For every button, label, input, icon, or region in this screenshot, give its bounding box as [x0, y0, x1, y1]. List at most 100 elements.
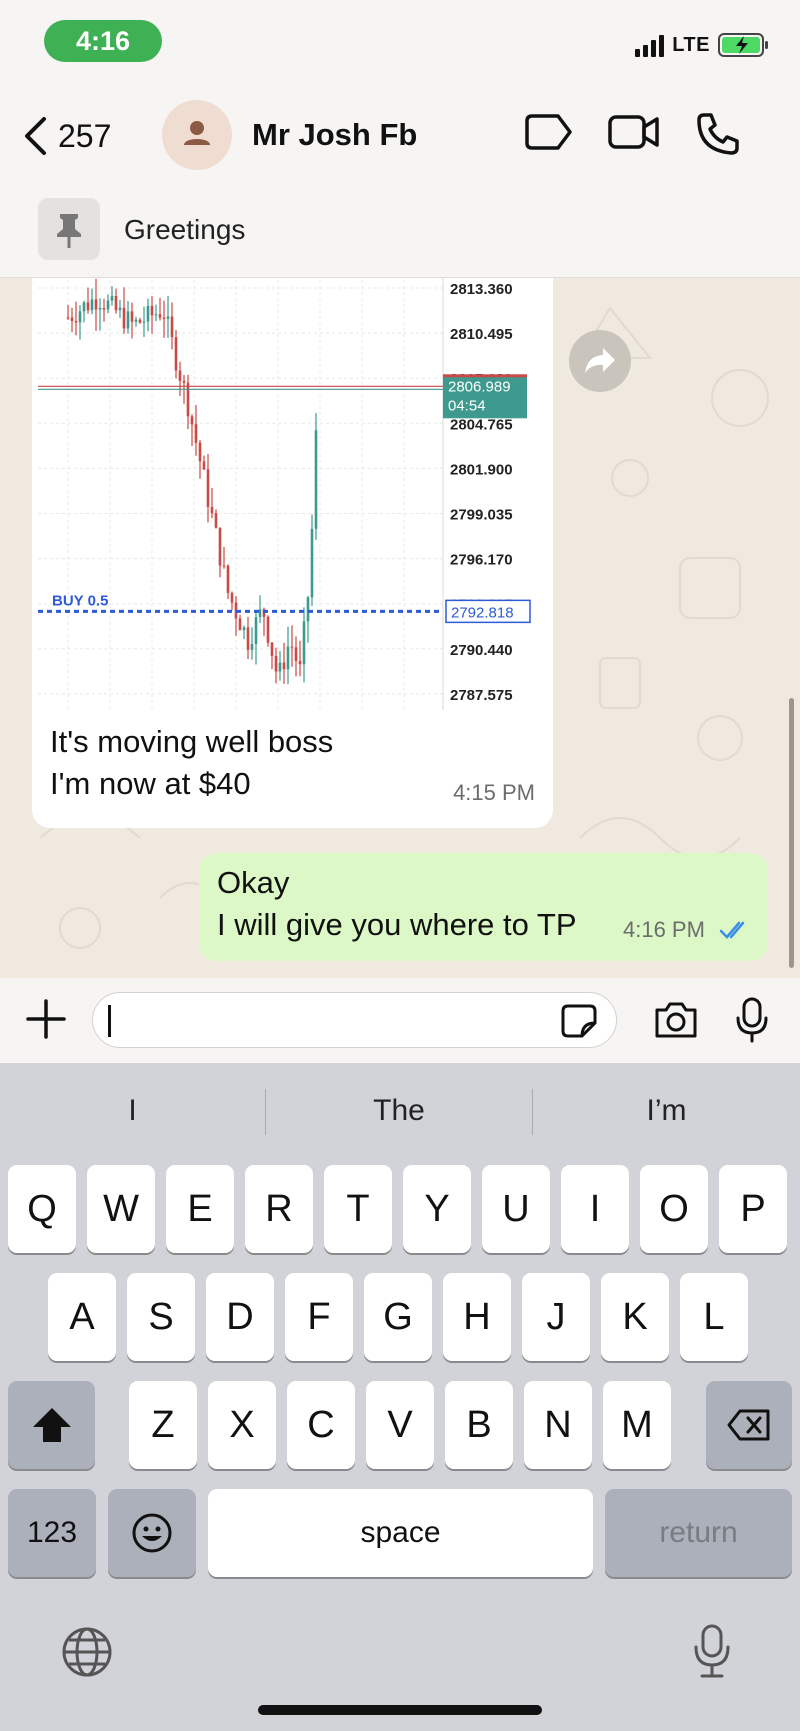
candle-body [314, 430, 318, 529]
status-right: LTE [635, 32, 770, 58]
candle-body [266, 616, 270, 643]
key-a[interactable]: A [48, 1273, 116, 1361]
incoming-message[interactable]: 2813.3602810.4952807.6302804.7652801.900… [32, 278, 553, 828]
pin-icon [57, 214, 81, 248]
candle-body [242, 627, 246, 631]
chart-image[interactable]: 2813.3602810.4952807.6302804.7652801.900… [38, 278, 547, 710]
key-x[interactable]: X [208, 1381, 276, 1469]
key-j[interactable]: J [522, 1273, 590, 1361]
order-price-label: 2792.818 [451, 604, 514, 621]
message-time: 4:16 PM [623, 917, 705, 942]
candle-body [218, 527, 222, 566]
forward-button[interactable] [569, 330, 631, 392]
status-bar: 4:16 LTE [0, 0, 800, 90]
return-key[interactable]: return [605, 1489, 792, 1577]
home-indicator[interactable] [258, 1705, 542, 1715]
suggestion-1[interactable]: I [0, 1087, 265, 1135]
candle-body [190, 416, 194, 425]
key-d[interactable]: D [206, 1273, 274, 1361]
key-l[interactable]: L [680, 1273, 748, 1361]
current-price-ask-marker [443, 374, 527, 378]
suggestion-2[interactable]: The [266, 1087, 532, 1135]
candle-body [174, 337, 178, 371]
candle-body [158, 314, 162, 318]
key-u[interactable]: U [482, 1165, 550, 1253]
label-icon[interactable] [524, 112, 574, 152]
key-r[interactable]: R [245, 1165, 313, 1253]
y-tick-label: 2790.440 [450, 642, 513, 659]
shift-key[interactable] [8, 1381, 95, 1469]
message-input[interactable] [92, 992, 617, 1048]
key-b[interactable]: B [445, 1381, 513, 1469]
chevron-left-icon [25, 117, 46, 155]
key-y[interactable]: Y [403, 1165, 471, 1253]
y-tick-label: 2810.495 [450, 326, 513, 343]
chat-area[interactable]: 2813.3602810.4952807.6302804.7652801.900… [0, 278, 800, 978]
microphone-icon[interactable] [734, 996, 770, 1044]
y-tick-label: 2804.765 [450, 416, 513, 433]
message-line-2: I will give you where to TP [217, 907, 577, 942]
candle-body [66, 317, 70, 319]
key-t[interactable]: T [324, 1165, 392, 1253]
candle-body [126, 311, 130, 329]
message-time: 4:15 PM [453, 780, 535, 805]
forward-icon [585, 348, 615, 373]
key-q[interactable]: Q [8, 1165, 76, 1253]
suggestion-3[interactable]: I’m [533, 1087, 800, 1135]
read-receipt-icon [719, 921, 745, 939]
camera-icon[interactable] [653, 1000, 699, 1040]
key-i[interactable]: I [561, 1165, 629, 1253]
key-g[interactable]: G [364, 1273, 432, 1361]
globe-icon[interactable] [61, 1626, 113, 1678]
key-s[interactable]: S [127, 1273, 195, 1361]
sticker-icon[interactable] [560, 1003, 598, 1039]
avatar[interactable] [162, 100, 232, 170]
key-e[interactable]: E [166, 1165, 234, 1253]
space-key[interactable]: space [208, 1489, 593, 1577]
dictation-icon[interactable] [692, 1623, 732, 1679]
key-n[interactable]: N [524, 1381, 592, 1469]
phone-icon[interactable] [696, 112, 740, 156]
key-k[interactable]: K [601, 1273, 669, 1361]
y-tick-label: 2813.360 [450, 281, 513, 298]
key-v[interactable]: V [366, 1381, 434, 1469]
key-c[interactable]: C [287, 1381, 355, 1469]
candle-body [294, 647, 298, 661]
candle-body [198, 442, 202, 462]
candle-body [278, 662, 282, 672]
outgoing-message[interactable]: Okay I will give you where to TP 4:16 PM [199, 853, 768, 961]
countdown-label: 04:54 [448, 397, 486, 414]
chat-scrollbar[interactable] [789, 698, 794, 968]
candle-body [114, 295, 118, 311]
back-button[interactable]: 257 [22, 116, 111, 156]
plus-icon[interactable] [26, 998, 66, 1040]
key-w[interactable]: W [87, 1165, 155, 1253]
candle-body [258, 609, 262, 618]
text-caret [108, 1005, 111, 1037]
backspace-key[interactable] [706, 1381, 792, 1469]
candle-body [82, 302, 86, 312]
key-f[interactable]: F [285, 1273, 353, 1361]
candle-body [150, 305, 154, 316]
key-z[interactable]: Z [129, 1381, 197, 1469]
message-line-1: It's moving well boss [50, 724, 334, 759]
numbers-key[interactable]: 123 [8, 1489, 96, 1577]
candlestick-chart: 2813.3602810.4952807.6302804.7652801.900… [38, 278, 531, 710]
pinned-message-bar[interactable]: Greetings [0, 190, 800, 278]
key-m[interactable]: M [603, 1381, 671, 1469]
candle-body [246, 627, 250, 650]
unread-count: 257 [58, 117, 112, 154]
key-o[interactable]: O [640, 1165, 708, 1253]
candle-body [90, 299, 94, 311]
candle-body [230, 592, 234, 603]
candle-body [98, 307, 102, 310]
video-call-icon[interactable] [608, 112, 660, 152]
candle-body [166, 316, 170, 319]
candle-body [214, 513, 218, 528]
emoji-key[interactable] [108, 1489, 196, 1577]
pinned-label: Greetings [124, 214, 246, 245]
candle-body [74, 320, 78, 323]
contact-name[interactable]: Mr Josh Fb [252, 117, 417, 153]
key-h[interactable]: H [443, 1273, 511, 1361]
key-p[interactable]: P [719, 1165, 787, 1253]
